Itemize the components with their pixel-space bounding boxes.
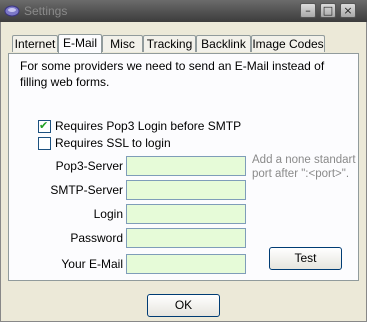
ssl-login-checkbox[interactable] bbox=[38, 137, 51, 150]
info-text: For some providers we need to send an E-… bbox=[20, 59, 325, 89]
pop3-server-label: Pop3-Server bbox=[55, 159, 123, 173]
test-button[interactable]: Test bbox=[269, 247, 342, 270]
maximize-icon: □ bbox=[322, 4, 334, 17]
pop3-server-input[interactable] bbox=[126, 156, 246, 176]
password-input[interactable] bbox=[126, 228, 246, 248]
tab-tracking[interactable]: Tracking bbox=[143, 35, 196, 52]
your-email-input[interactable] bbox=[126, 254, 246, 274]
tab-image-codes[interactable]: Image Codes bbox=[251, 35, 325, 52]
your-email-label: Your E-Mail bbox=[61, 257, 123, 271]
dialog-body: Internet E-Mail Misc Tracking Backlink I… bbox=[0, 22, 367, 322]
pop3-login-checkbox[interactable] bbox=[38, 119, 51, 133]
pop3-login-label: Requires Pop3 Login before SMTP bbox=[55, 119, 242, 133]
password-label: Password bbox=[70, 231, 123, 245]
tab-misc[interactable]: Misc bbox=[102, 35, 143, 52]
minimize-button[interactable]: – bbox=[300, 3, 316, 18]
tab-email[interactable]: E-Mail bbox=[58, 34, 102, 53]
window-title: Settings bbox=[24, 4, 68, 18]
ok-button[interactable]: OK bbox=[147, 294, 220, 317]
minimize-icon: – bbox=[305, 4, 311, 17]
tab-internet[interactable]: Internet bbox=[12, 35, 58, 52]
ssl-login-label: Requires SSL to login bbox=[55, 136, 171, 150]
maximize-button[interactable]: □ bbox=[320, 3, 336, 18]
smtp-server-label: SMTP-Server bbox=[50, 183, 123, 197]
close-button[interactable]: × bbox=[340, 3, 356, 18]
email-settings-panel: For some providers we need to send an E-… bbox=[8, 53, 359, 281]
login-label: Login bbox=[93, 207, 123, 221]
port-hint: Add a none standart port after ":<port>"… bbox=[252, 154, 356, 180]
tab-backlink[interactable]: Backlink bbox=[196, 35, 251, 52]
title-bar[interactable]: Settings – □ × bbox=[0, 0, 367, 22]
login-input[interactable] bbox=[126, 204, 246, 224]
close-icon: × bbox=[343, 4, 353, 17]
smtp-server-input[interactable] bbox=[126, 180, 246, 200]
app-icon bbox=[4, 5, 20, 17]
